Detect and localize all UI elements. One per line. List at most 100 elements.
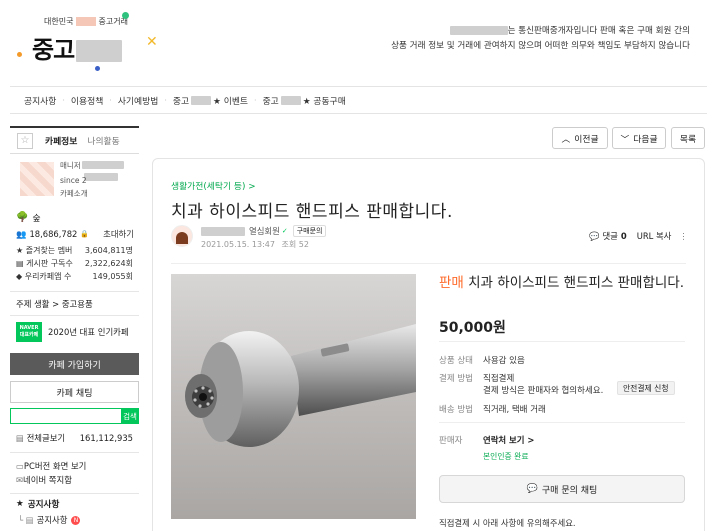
list-button[interactable]: 목록 xyxy=(671,127,705,149)
view-contact-link[interactable]: 연락처 보기 > xyxy=(483,434,534,446)
blurred-logo-text xyxy=(76,40,123,62)
author-info: 열심회원 ✓ 구매문의 xyxy=(201,225,327,237)
chat-bubble-icon: 💬 xyxy=(526,484,538,494)
favorite-star-icon[interactable]: ☆ xyxy=(17,132,33,149)
grade-leaf-icon: ✓ xyxy=(281,227,288,235)
cafe-topic[interactable]: 주제 생활 > 중고용품 xyxy=(10,291,139,315)
delivery-value: 직거래, 택배 거래 xyxy=(483,405,546,415)
monitor-icon: ▭ xyxy=(16,461,24,471)
product-title: 판매 치과 하이스피드 핸드피스 판매합니다. xyxy=(439,275,685,291)
more-options-icon[interactable]: ⋮ xyxy=(679,231,687,241)
logo-dot-green-icon xyxy=(122,12,129,19)
divider xyxy=(439,422,685,423)
nav-item-policy[interactable]: 이용정책 xyxy=(71,94,103,107)
naver-badge-icon: NAVER 대표카페 xyxy=(16,321,42,342)
mail-icon: ✉ xyxy=(16,475,24,485)
sale-tag: 판매 xyxy=(439,275,464,291)
nav-item-event[interactable]: 중고 ★ 이벤트 xyxy=(173,94,248,107)
product-photo[interactable] xyxy=(171,274,416,519)
search-button[interactable]: 검색 xyxy=(121,408,139,424)
notice-section-header: ★ 공지사항 xyxy=(10,493,139,513)
author-avatar[interactable] xyxy=(171,225,193,247)
divider xyxy=(439,341,685,342)
product-price: 50,000원 xyxy=(439,320,506,336)
nav-separator: · xyxy=(62,95,65,105)
comments-link[interactable]: 댓글 xyxy=(602,230,617,242)
nav-separator: · xyxy=(109,95,112,105)
seller-label: 판매자 xyxy=(439,436,463,446)
stat-favorite-members: ★ 즐겨찾는 멤버 3,604,811명 xyxy=(16,246,133,255)
star-icon: ★ xyxy=(16,498,24,509)
list-icon: ▤ xyxy=(16,433,27,443)
article-card: 생활가전(세탁기 등) > 치과 하이스피드 핸드피스 판매합니다. 열심회원 … xyxy=(152,158,705,531)
blurred-text xyxy=(191,95,212,105)
logo-x-icon: ✕ xyxy=(146,34,158,50)
cafe-search: 검색 xyxy=(10,408,139,424)
cafe-intro-link[interactable]: 카페소개 xyxy=(60,188,88,199)
naver-memo-link[interactable]: ✉ 네이버 쪽지함 xyxy=(10,473,139,487)
blurred-text xyxy=(280,95,301,105)
app-icon: ◆ xyxy=(16,272,25,281)
payment-warning: 직접결제 시 아래 사항에 유의해주세요. xyxy=(439,518,576,528)
tab-cafe-info[interactable]: 카페정보 xyxy=(45,134,77,147)
nav-separator: · xyxy=(254,95,257,105)
sidebar-tabs: ☆ 카페정보 나의활동 xyxy=(10,126,139,154)
comment-icon: 💬 xyxy=(589,230,600,241)
blurred-cafe-name xyxy=(449,26,508,35)
notice-board-link[interactable]: └ ▤ 공지사항 N xyxy=(10,513,139,527)
logo-dot-orange-icon xyxy=(17,52,22,57)
nav-item-fraud-prevention[interactable]: 사기예방법 xyxy=(118,94,158,107)
star-icon: ★ xyxy=(16,246,26,255)
blurred-manager-name xyxy=(82,161,124,169)
url-copy-button[interactable]: URL 복사 xyxy=(637,230,672,242)
invite-link[interactable]: 초대하기 xyxy=(103,228,134,240)
all-posts-row[interactable]: ▤ 전체글보기 161,112,935 xyxy=(10,430,139,446)
top-nav: 공지사항 · 이용정책 · 사기예방법 · 중고 ★ 이벤트 · 중고 ★ 공동구매 xyxy=(10,86,707,114)
popular-cafe-badge: NAVER 대표카페 2020년 대표 인기카페 xyxy=(10,315,139,347)
cafe-logo[interactable]: 중고 xyxy=(32,30,123,65)
pc-view-link[interactable]: ▭ PC버전 화면 보기 xyxy=(10,459,139,473)
blurred-author-name[interactable] xyxy=(201,226,245,236)
payment-value: 직접결제 xyxy=(483,374,515,384)
manager-label: 매니저 xyxy=(60,161,81,170)
article-title: 치과 하이스피드 핸드피스 판매합니다. xyxy=(171,202,453,222)
cafe-thumbnail xyxy=(20,162,54,196)
handpiece-image xyxy=(185,324,416,447)
nav-item-group-buy[interactable]: 중고 ★ 공동구매 xyxy=(263,94,346,107)
post-meta: 2021.05.15. 13:47 조회 52 xyxy=(201,240,309,249)
tree-icon: 🌳 xyxy=(16,211,29,223)
payment-note: 결제 방식은 판매자와 협의하세요. xyxy=(483,386,604,396)
purchase-chat-button[interactable]: 💬 구매 문의 채팅 xyxy=(439,475,685,503)
list-icon: └ ▤ xyxy=(18,515,34,525)
cafe-level: 🌳 숲 xyxy=(16,211,41,224)
delivery-label: 배송 방법 xyxy=(439,405,473,415)
tab-my-activity[interactable]: 나의활동 xyxy=(87,134,119,147)
payment-label: 결제 방법 xyxy=(439,374,473,384)
condition-value: 사용감 있음 xyxy=(483,356,525,366)
article-actions: 💬 댓글 0 URL 복사 ⋮ xyxy=(589,230,688,242)
nav-item-notice[interactable]: 공지사항 xyxy=(24,94,56,107)
people-icon: 👥 xyxy=(16,228,27,239)
cafe-chat-button[interactable]: 카페 채팅 xyxy=(10,381,139,403)
stat-board-subscriptions: ▤ 게시판 구독수 2,322,624회 xyxy=(16,259,133,268)
stat-app-count: ◆ 우리카페앱 수 149,055회 xyxy=(16,272,133,281)
chevron-down-icon: ﹀ xyxy=(620,134,630,145)
join-cafe-button[interactable]: 카페 가입하기 xyxy=(10,353,139,375)
prev-post-button[interactable]: ︿ 이전글 xyxy=(552,127,608,149)
divider xyxy=(171,263,686,264)
cafe-search-input[interactable] xyxy=(10,408,121,424)
board-icon: ▤ xyxy=(16,259,27,268)
category-link[interactable]: 생활가전(세탁기 등) > xyxy=(171,179,256,192)
nav-separator: · xyxy=(164,95,167,105)
brand-tagline: 대한민국 중고거래 xyxy=(44,17,128,26)
header-notice: 는 통신판매중개자입니다 판매 혹은 구매 회원 간의 상품 거래 정보 및 거… xyxy=(391,26,690,51)
new-badge: N xyxy=(71,515,81,525)
blurred-brand-name xyxy=(76,17,96,26)
next-post-button[interactable]: ﹀ 다음글 xyxy=(612,127,666,149)
buyer-inquiry-badge[interactable]: 구매문의 xyxy=(292,225,327,237)
chevron-up-icon: ︿ xyxy=(561,134,571,145)
since-date: since 2 xyxy=(60,176,87,185)
manager-block: 매니저 since 2 카페소개 xyxy=(10,158,139,204)
sidebar: ☆ 카페정보 나의활동 매니저 since 2 카페소개 🌳 숲 👥 18,68… xyxy=(10,126,139,527)
safe-payment-button[interactable]: 안전결제 신청 xyxy=(617,381,675,395)
